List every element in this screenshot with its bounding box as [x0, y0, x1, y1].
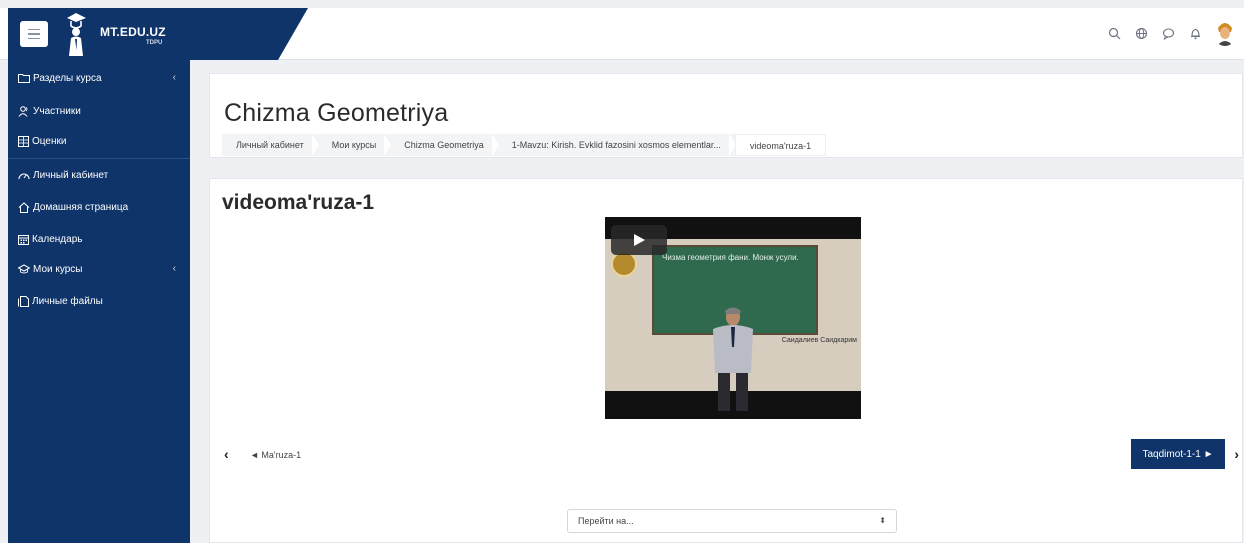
sidebar-item-label: Участники [33, 105, 81, 117]
breadcrumb-item-course[interactable]: Chizma Geometriya [390, 134, 499, 156]
sidebar-item-label: Оценки [32, 135, 67, 147]
logo-icon [67, 13, 86, 56]
breadcrumb-item-current: videoma'ruza-1 [734, 134, 827, 156]
brand-name[interactable]: MT.EDU.UZ [100, 25, 166, 39]
globe-icon[interactable] [1133, 25, 1149, 41]
sidebar-item-label: Мои курсы [33, 263, 83, 275]
sidebar-item-calendar[interactable]: Календарь [8, 229, 190, 249]
files-icon [18, 295, 29, 307]
search-icon[interactable] [1106, 25, 1122, 41]
sidebar-item-participants[interactable]: Участники [8, 101, 190, 121]
play-button[interactable] [611, 225, 667, 255]
sidebar-item-label: Календарь [32, 233, 83, 245]
sidebar-item-label: Разделы курса [33, 72, 102, 84]
bell-icon[interactable] [1187, 25, 1203, 41]
page-title: Chizma Geometriya [224, 99, 449, 127]
sidebar-item-label: Личные файлы [32, 295, 103, 307]
calendar-icon [18, 234, 29, 245]
video-player[interactable]: Чизма геометрия фани. Монж усули. Саидал… [605, 217, 861, 419]
video-frame: Чизма геометрия фани. Монж усули. Саидал… [605, 239, 861, 411]
chevron-left-icon[interactable]: ‹ [173, 72, 176, 83]
breadcrumb: Личный кабинет Мои курсы Chizma Geometri… [222, 134, 827, 156]
chevron-left-icon[interactable]: ‹ [224, 446, 229, 462]
lecturer-figure [713, 307, 753, 411]
select-arrows-icon: ⬍ [879, 516, 886, 525]
breadcrumb-item-topic[interactable]: 1-Mavzu: Kirish. Evklid fazosini xosmos … [498, 134, 736, 156]
top-navbar: MT.EDU.UZ TDPU [0, 8, 1244, 60]
page-header-card: Chizma Geometriya Личный кабинет Мои кур… [209, 73, 1243, 158]
sidebar-item-my-courses[interactable]: Мои курсы ‹ [8, 259, 190, 279]
chevron-left-icon[interactable]: ‹ [173, 263, 176, 274]
user-avatar[interactable] [1214, 20, 1236, 46]
chevron-right-icon[interactable]: › [1234, 446, 1239, 462]
table-icon [18, 135, 29, 147]
jump-to-placeholder: Перейти на... [578, 516, 634, 526]
navbar-actions [1106, 20, 1236, 46]
sidebar-divider [8, 158, 190, 159]
video-board-text: Чизма геометрия фани. Монж усули. [662, 253, 799, 262]
next-activity-button[interactable]: Taqdimot-1-1 ► [1131, 439, 1225, 469]
sidebar-item-course-sections[interactable]: Разделы курса ‹ [8, 68, 190, 88]
breadcrumb-item-dashboard[interactable]: Личный кабинет [222, 134, 319, 156]
activity-title: videoma'ruza-1 [222, 191, 375, 214]
sidebar-item-label: Личный кабинет [33, 169, 109, 181]
dashboard-icon [18, 173, 30, 179]
graduation-cap-icon [18, 264, 30, 274]
sidebar-item-label: Домашняя страница [33, 201, 129, 213]
users-icon [18, 105, 28, 117]
breadcrumb-item-my-courses[interactable]: Мои курсы [318, 134, 391, 156]
brand-subtitle: TDPU [146, 40, 163, 46]
sidebar-item-dashboard[interactable]: Личный кабинет [8, 165, 190, 185]
brand-area: MT.EDU.UZ TDPU [8, 8, 308, 60]
sidebar-item-private-files[interactable]: Личные файлы [8, 291, 190, 311]
sidebar-item-home[interactable]: Домашняя страница [8, 197, 190, 217]
sidebar: Разделы курса ‹ Участники Оценки Личный … [8, 60, 190, 543]
jump-to-select[interactable]: Перейти на... ⬍ [567, 509, 897, 533]
folder-icon [18, 74, 30, 83]
chat-icon[interactable] [1160, 25, 1176, 41]
home-icon [18, 201, 30, 213]
menu-toggle-button[interactable] [20, 21, 48, 47]
video-caption: Саидалиев Саидкарим [781, 337, 857, 344]
sidebar-item-grades[interactable]: Оценки [8, 131, 190, 151]
content-card: videoma'ruza-1 Чизма геометрия фани. Мон… [209, 178, 1243, 543]
previous-activity-link[interactable]: ◄ Ma'ruza-1 [250, 450, 301, 460]
play-icon [633, 234, 645, 246]
